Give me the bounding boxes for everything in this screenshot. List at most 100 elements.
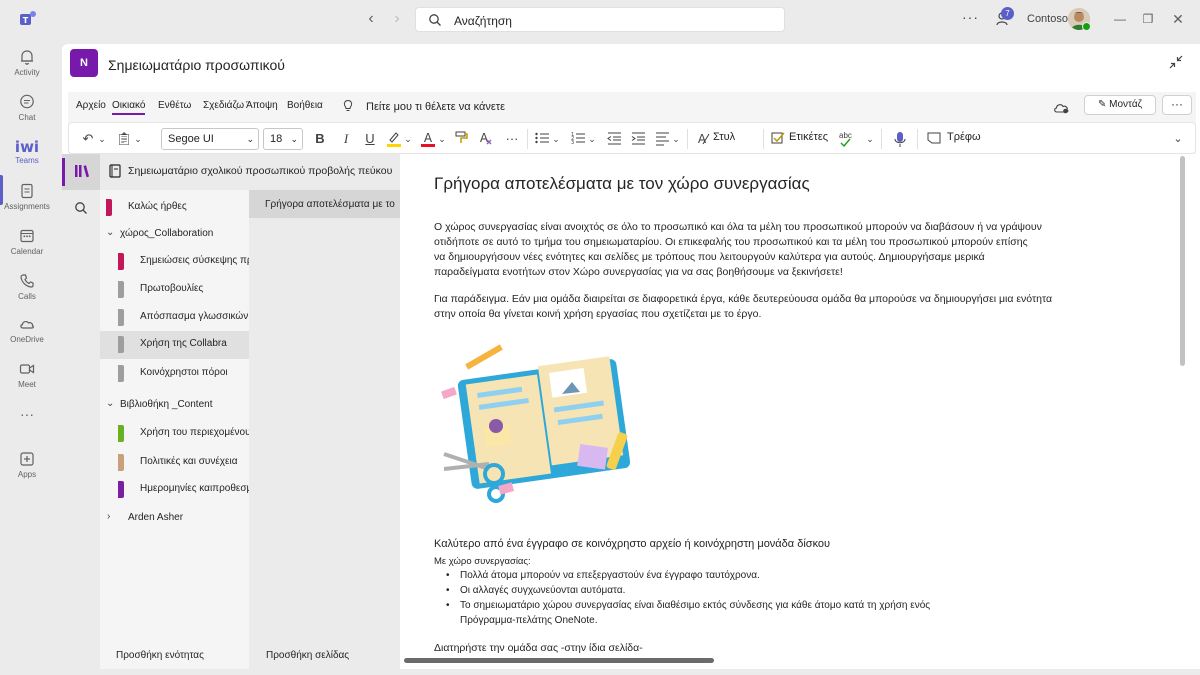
chevron-down-icon[interactable]: ⌄ — [403, 130, 413, 148]
notebook-title[interactable]: Σημειωματάριο σχολικού προσωπικού προβολ… — [128, 165, 392, 177]
org-name[interactable]: Contoso — [1027, 13, 1068, 25]
align-icon[interactable] — [653, 130, 671, 148]
microphone-icon[interactable] — [891, 130, 909, 148]
clear-formatting-icon[interactable]: A — [477, 130, 495, 148]
subheading-note[interactable]: Με χώρο συνεργασίας: — [434, 556, 531, 567]
chevron-down-icon[interactable]: ⌄ — [671, 130, 681, 148]
section-group-arden-asher[interactable]: › Arden Asher — [100, 505, 249, 531]
page-title[interactable]: Γρήγορα αποτελέσματα με τον χώρο συνεργα… — [434, 174, 810, 194]
notebook-illustration — [441, 344, 631, 503]
spelling-check-icon[interactable]: abc — [837, 130, 863, 148]
font-family-select[interactable]: Segoe UI ⌄ — [161, 128, 259, 150]
page-item-quick-results[interactable]: Γρήγορα αποτελέσματα με τον χώρο συνεργα… — [249, 190, 400, 218]
immersive-reader-icon[interactable] — [925, 130, 943, 148]
section-using-content[interactable]: Χρήση του περιεχομένου — [100, 420, 251, 446]
back-arrow-icon[interactable]: ‹ — [362, 10, 380, 28]
section-group-content-library[interactable]: ⌄ Βιβλιοθήκη _Content — [100, 392, 249, 418]
bold-button[interactable]: B — [311, 130, 329, 148]
styles-icon[interactable]: A — [693, 130, 711, 148]
rail-item-assignments[interactable]: Assignments — [0, 178, 54, 222]
rail-item-meet[interactable]: Meet — [0, 356, 54, 400]
chevron-down-icon[interactable]: ⌄ — [97, 130, 107, 148]
chevron-down-icon[interactable]: ⌄ — [587, 130, 597, 148]
add-page-button[interactable]: Προσθήκη σελίδας — [266, 650, 349, 661]
tab-file[interactable]: Αρχείο — [76, 100, 106, 111]
section-using-collabra[interactable]: Χρήση της Collabra — [100, 331, 249, 359]
chevron-down-icon[interactable]: ⌄ — [865, 130, 875, 148]
close-button[interactable]: ✕ — [1168, 9, 1188, 29]
rail-item-calendar[interactable]: Calendar — [0, 223, 54, 267]
underline-button[interactable]: U — [361, 130, 379, 148]
section-dates-deadlines[interactable]: Ημερομηνίες καιπροθεσμίες — [100, 476, 264, 502]
list-item: Πολλά άτομα μπορούν να επεξεργαστούν ένα… — [444, 568, 1084, 583]
tab-view[interactable]: Άποψη — [246, 100, 278, 111]
rail-item-chat[interactable]: Chat — [0, 89, 54, 133]
add-section-button[interactable]: Προσθήκη ενότητας — [116, 650, 204, 661]
vertical-scrollbar[interactable] — [1180, 156, 1185, 366]
clipboard-icon[interactable]: 📋︎ — [115, 130, 133, 148]
rail-item-teams[interactable]: iwi Teams — [0, 134, 54, 178]
tab-draw[interactable]: Σχεδιάζω — [203, 100, 244, 111]
section-group-collaboration[interactable]: ⌄ χώρος_Collaboration — [100, 221, 249, 247]
tell-me-search[interactable]: Πείτε μου τι θέλετε να κάνετε — [366, 101, 505, 113]
rail-item-apps[interactable]: Apps — [0, 446, 54, 490]
numbered-list-icon[interactable]: 123 — [569, 130, 587, 148]
sections-panel: Καλώς ήρθες ⌄ χώρος_Collaboration Σημειώ… — [100, 190, 297, 669]
section-shared-resources[interactable]: Κοινόχρηστοι πόροι — [100, 360, 249, 386]
page-canvas[interactable]: Γρήγορα αποτελέσματα με τον χώρο συνεργα… — [400, 154, 1200, 669]
section-welcome[interactable]: Καλώς ήρθες — [100, 194, 249, 220]
tab-home[interactable]: Οικιακό — [112, 100, 146, 115]
subheading[interactable]: Καλύτερο από ένα έγγραφο σε κοινόχρηστο … — [434, 538, 830, 550]
view-label[interactable]: Τρέφω — [947, 131, 981, 143]
tag-checkbox-icon[interactable] — [769, 130, 787, 148]
section-policies[interactable]: Πολιτικές και συνέχεια — [100, 449, 249, 475]
increase-indent-icon[interactable] — [629, 130, 647, 148]
section-staff-meeting-notes[interactable]: Σημειώσεις σύσκεψης προσωπικού — [100, 248, 297, 274]
restore-button[interactable]: ❐ — [1138, 9, 1158, 29]
chevron-down-icon: ⌄ — [106, 227, 115, 238]
font-size-select[interactable]: 18 ⌄ — [263, 128, 303, 150]
collapse-icon[interactable] — [1168, 54, 1184, 70]
rail-label: Activity — [14, 68, 40, 77]
ribbon-more-button[interactable]: ··· — [1162, 95, 1192, 115]
more-options-button[interactable]: ··· — [962, 9, 979, 25]
edit-button[interactable]: ✎ Μοντάζ — [1084, 95, 1156, 115]
chevron-down-icon[interactable]: ⌄ — [437, 130, 447, 148]
search-input[interactable]: Αναζήτηση — [415, 7, 785, 32]
svg-text:3: 3 — [571, 140, 574, 146]
benefits-list[interactable]: Πολλά άτομα μπορούν να επεξεργαστούν ένα… — [444, 568, 1084, 628]
styles-label[interactable]: Στυλ — [713, 131, 735, 143]
highlight-icon[interactable] — [385, 130, 403, 148]
rail-label: Chat — [18, 113, 36, 122]
closing-line[interactable]: Διατηρήστε την ομάδα σας -στην ίδια σελί… — [434, 642, 643, 654]
library-books-icon[interactable] — [74, 164, 90, 178]
tab-insert[interactable]: Ενθέτω — [158, 100, 191, 111]
sync-cloud-icon[interactable] — [1052, 100, 1070, 114]
undo-icon[interactable]: ↶ — [79, 130, 97, 148]
rail-item-calls[interactable]: Calls — [0, 268, 54, 312]
forward-arrow-icon[interactable]: › — [388, 10, 406, 28]
horizontal-scrollbar[interactable] — [404, 658, 714, 663]
example-paragraph[interactable]: Για παράδειγμα. Εάν μια ομάδα διαιρείται… — [434, 292, 1114, 322]
rail-item-onedrive[interactable]: OneDrive — [0, 311, 54, 355]
more-formatting-button[interactable]: ··· — [503, 130, 521, 148]
chevron-down-icon[interactable]: ⌄ — [1169, 130, 1187, 148]
rail-more-button[interactable]: ··· — [0, 406, 54, 430]
rail-label: Calls — [18, 292, 36, 301]
tab-help[interactable]: Βοήθεια — [287, 100, 323, 111]
bullet-list-icon[interactable] — [533, 130, 551, 148]
search-icon[interactable] — [74, 201, 88, 215]
intro-paragraph[interactable]: Ο χώρος συνεργασίας είναι ανοιχτός σε όλ… — [434, 220, 1114, 280]
italic-button[interactable]: I — [337, 130, 355, 148]
rail-item-activity[interactable]: Activity — [0, 44, 54, 88]
chevron-down-icon[interactable]: ⌄ — [551, 130, 561, 148]
minimize-button[interactable]: — — [1110, 9, 1130, 29]
tags-label[interactable]: Ετικέτες — [789, 131, 828, 143]
section-initiatives[interactable]: Πρωτοβουλίες — [100, 276, 249, 302]
font-color-icon[interactable]: A — [419, 130, 437, 148]
decrease-indent-icon[interactable] — [605, 130, 623, 148]
section-language-arts-excerpt[interactable]: Απόσπασμα γλωσσικών τεχνών... — [100, 304, 291, 330]
format-painter-icon[interactable] — [453, 130, 471, 148]
text-line: στην οποία θα γίνεται κοινή χρήση εργασί… — [434, 308, 762, 320]
chevron-down-icon[interactable]: ⌄ — [133, 130, 143, 148]
